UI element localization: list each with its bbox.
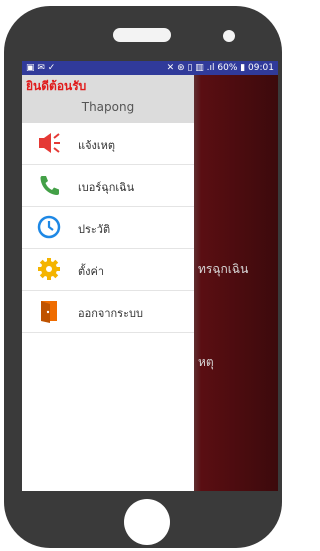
menu-item-emergency-numbers[interactable]: เบอร์ฉุกเฉิน	[22, 165, 194, 207]
gear-icon	[38, 258, 60, 280]
status-right-info: ✕ ⊛ ▯ ▥ .ıl 60% ▮ 09:01	[166, 63, 274, 73]
phone-speaker	[113, 28, 171, 42]
drawer-header: ยินดีต้อนรับ Thapong	[22, 75, 194, 123]
menu-item-label: แจ้งเหตุ	[78, 139, 116, 152]
navigation-drawer: ยินดีต้อนรับ Thapong แจ้งเหตุ เบอร์ฉุกเฉ…	[22, 75, 194, 491]
menu-item-history[interactable]: ประวัติ	[22, 207, 194, 249]
menu-item-label: ประวัติ	[78, 223, 111, 236]
clock-icon	[37, 215, 61, 239]
megaphone-icon	[39, 133, 60, 153]
phone-icon	[40, 176, 59, 195]
background-label-report: หตุ	[198, 355, 214, 369]
username: Thapong	[81, 100, 135, 114]
welcome-text: ยินดีต้อนรับ	[26, 79, 87, 93]
menu-item-label: ออกจากระบบ	[78, 307, 143, 320]
status-bar: ▣ ✉ ✓ ✕ ⊛ ▯ ▥ .ıl 60% ▮ 09:01	[22, 61, 278, 75]
status-left-icons: ▣ ✉ ✓	[26, 63, 56, 73]
menu-item-label: ตั้งค่า	[78, 265, 105, 278]
exit-icon	[41, 301, 57, 323]
menu-item-settings[interactable]: ตั้งค่า	[22, 249, 194, 291]
menu-item-logout[interactable]: ออกจากระบบ	[22, 291, 194, 333]
app-screen: ▣ ✉ ✓ ✕ ⊛ ▯ ▥ .ıl 60% ▮ 09:01 ทรฉุกเฉิน …	[22, 61, 278, 491]
menu-item-report[interactable]: แจ้งเหตุ	[22, 123, 194, 165]
menu-item-label: เบอร์ฉุกเฉิน	[78, 181, 135, 194]
drawer-menu: แจ้งเหตุ เบอร์ฉุกเฉิน ประวัติ ตั้งค่า ออ…	[22, 123, 194, 333]
background-label-emergency: ทรฉุกเฉิน	[198, 262, 249, 276]
home-button[interactable]	[124, 499, 170, 545]
phone-camera	[223, 30, 235, 42]
